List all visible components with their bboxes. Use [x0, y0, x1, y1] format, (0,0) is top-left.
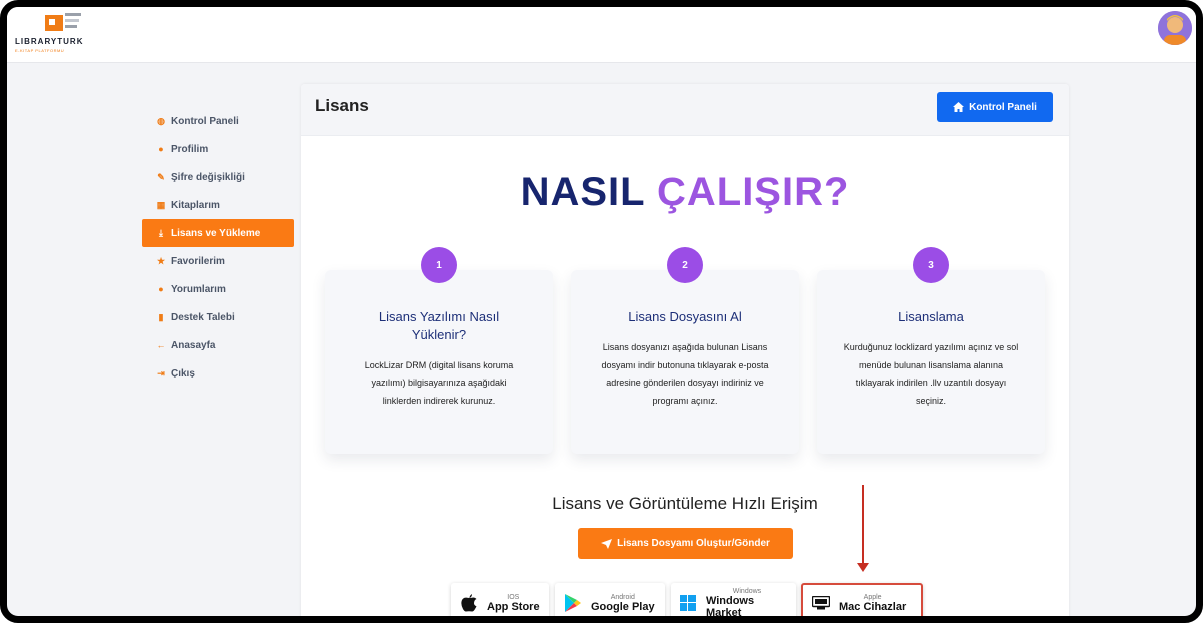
- book-icon: ▦: [156, 199, 166, 210]
- user-avatar-icon: [1158, 11, 1192, 45]
- sidebar-item-kontrol-paneli[interactable]: ◍ Kontrol Paneli: [142, 107, 294, 135]
- sidebar-item-label: Profilim: [171, 143, 209, 155]
- sidebar-item-profilim[interactable]: ● Profilim: [142, 135, 294, 163]
- sidebar-item-label: Anasayfa: [171, 339, 216, 351]
- sidebar-item-label: Çıkış: [171, 367, 195, 379]
- google-play-icon: [563, 593, 583, 613]
- store-platform: Android: [610, 593, 635, 601]
- sidebar-item-label: Şifre değişikliği: [171, 171, 245, 183]
- logo-mark-icon: [45, 13, 81, 31]
- apple-icon: [459, 593, 479, 613]
- step-description: Lisans dosyanızı aşağıda bulunan Lisans …: [601, 342, 769, 406]
- store-name: Google Play: [591, 600, 655, 613]
- step-title: Lisans Dosyasını Al: [628, 309, 742, 324]
- avatar[interactable]: [1158, 11, 1192, 45]
- how-it-works-heading: NASIL ÇALIŞIR?: [301, 170, 1069, 215]
- panel-header: Lisans Kontrol Paneli: [301, 84, 1069, 136]
- quick-access-title: Lisans ve Görüntüleme Hızlı Erişim: [552, 494, 818, 513]
- step-card-3: 3 Lisanslama Kurduğunuz locklizard yazıl…: [817, 247, 1045, 454]
- sidebar-item-cikis[interactable]: ⇥ Çıkış: [142, 359, 294, 387]
- sidebar-item-label: Kitaplarım: [171, 199, 220, 211]
- star-icon: ★: [156, 255, 166, 266]
- dashboard-icon: ◍: [157, 115, 165, 126]
- send-license-label: Lisans Dosyamı Oluştur/Gönder: [617, 538, 770, 549]
- key-icon: ✎: [157, 171, 165, 182]
- sidebar-item-label: Destek Talebi: [171, 311, 235, 323]
- windows-market-button[interactable]: Windows Windows Market: [671, 583, 796, 619]
- step-number-badge: 3: [913, 247, 949, 283]
- brand-tagline: E-KITAP PLATFORMU: [15, 48, 65, 53]
- step-number-badge: 1: [421, 247, 457, 283]
- annotation-arrow-head-icon: [857, 563, 869, 572]
- logout-icon: ⇥: [157, 367, 165, 378]
- step-title: Lisans Yazılımı Nasıl Yüklenir?: [378, 309, 500, 342]
- mac-icon: [811, 593, 831, 613]
- store-name: Windows Market: [705, 594, 755, 619]
- sidebar-item-lisans[interactable]: ⤓ Lisans ve Yükleme: [142, 219, 294, 247]
- dashboard-button[interactable]: Kontrol Paneli: [937, 92, 1053, 122]
- sidebar-item-label: Yorumlarım: [171, 283, 226, 295]
- step-description: Kurduğunuz locklizard yazılımı açınız ve…: [843, 342, 1019, 406]
- sidebar-item-destek[interactable]: ▮ Destek Talebi: [142, 303, 294, 331]
- dashboard-button-label: Kontrol Paneli: [969, 101, 1037, 113]
- sidebar-item-kitaplarim[interactable]: ▦ Kitaplarım: [142, 191, 294, 219]
- user-icon: ●: [158, 144, 164, 154]
- site-logo[interactable]: LIBRARYTURK E-KITAP PLATFORMU: [15, 11, 105, 57]
- comment-icon: ●: [158, 284, 164, 294]
- store-platform: Windows: [732, 587, 762, 595]
- brand-name: LIBRARYTURK: [15, 37, 84, 46]
- top-navbar: LIBRARYTURK E-KITAP PLATFORMU: [7, 7, 1196, 63]
- license-panel: Lisans Kontrol Paneli NASIL ÇALIŞIR? 1 L…: [301, 84, 1069, 619]
- step-number-badge: 2: [667, 247, 703, 283]
- sidebar-menu: ◍ Kontrol Paneli ● Profilim ✎ Şifre değişik…: [142, 107, 294, 387]
- store-platform: IOS: [507, 593, 520, 601]
- send-license-button[interactable]: Lisans Dosyamı Oluştur/Gönder: [578, 528, 793, 559]
- sidebar-item-label: Lisans ve Yükleme: [171, 227, 261, 239]
- heading-part-1: NASIL: [520, 170, 645, 214]
- sidebar-item-label: Favorilerim: [171, 255, 225, 267]
- arrow-left-icon: ←: [156, 340, 166, 350]
- google-play-button[interactable]: Android Google Play: [555, 583, 665, 616]
- sidebar-item-sifre[interactable]: ✎ Şifre değişikliği: [142, 163, 294, 191]
- sidebar-item-favorilerim[interactable]: ★ Favorilerim: [142, 247, 294, 275]
- sidebar-item-label: Kontrol Paneli: [171, 115, 239, 127]
- step-title: Lisanslama: [898, 309, 964, 324]
- browser-frame: LIBRARYTURK E-KITAP PLATFORMU ◍ Kontrol P…: [0, 0, 1203, 623]
- windows-icon: [679, 593, 698, 613]
- sidebar-item-anasayfa[interactable]: ← Anasayfa: [142, 331, 294, 359]
- home-icon: [953, 102, 965, 112]
- store-name: App Store: [487, 600, 540, 613]
- mac-devices-button[interactable]: Apple Mac Cihazlar: [801, 583, 923, 616]
- page-title: Lisans: [315, 96, 369, 115]
- app-store-button[interactable]: IOS App Store: [451, 583, 549, 616]
- sidebar-item-yorumlarim[interactable]: ● Yorumlarım: [142, 275, 294, 303]
- annotation-arrow-line: [862, 485, 864, 565]
- store-name: Mac Cihazlar: [839, 600, 907, 613]
- step-card-2: 2 Lisans Dosyasını Al Lisans dosyanızı a…: [571, 247, 799, 454]
- store-platform: Apple: [863, 593, 882, 601]
- download-icon: ⤓: [159, 227, 163, 238]
- paper-plane-icon: [601, 538, 613, 549]
- heading-part-2: ÇALIŞIR?: [656, 170, 850, 214]
- bookmark-icon: ▮: [158, 311, 164, 322]
- step-card-1: 1 Lisans Yazılımı Nasıl Yüklenir? LockLi…: [325, 247, 553, 454]
- step-description: LockLizar DRM (digital lisans koruma yaz…: [364, 360, 514, 406]
